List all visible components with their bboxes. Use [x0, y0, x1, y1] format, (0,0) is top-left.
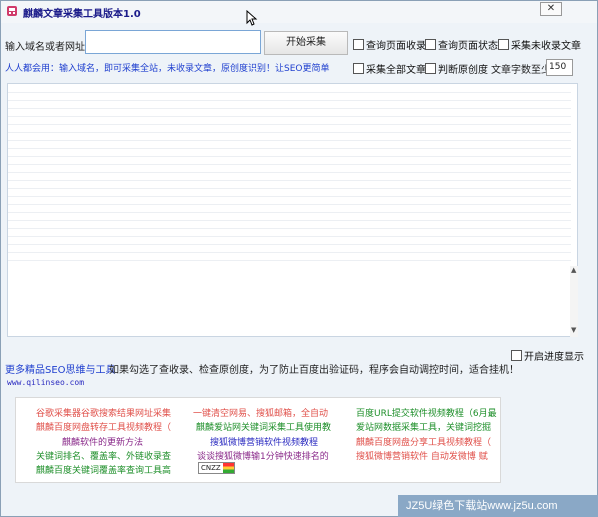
cnzz-badge[interactable]: CNZZ — [198, 462, 235, 474]
url-label: 输入域名或者网址 — [5, 42, 85, 53]
log-row-line — [8, 252, 571, 253]
min-words-input[interactable]: 150 — [546, 59, 573, 76]
checkbox-box — [353, 39, 364, 50]
ad-link[interactable]: 搜狐微博营销软件 自动发微博 赋 — [356, 449, 488, 462]
scroll-down-icon[interactable]: ▼ — [571, 326, 576, 334]
checkbox-box — [425, 63, 436, 74]
ad-link[interactable]: 麒麟百度网盘分享工具视频教程（ — [356, 435, 491, 448]
cnzz-bar-icon — [223, 463, 234, 473]
log-row-line — [8, 228, 571, 229]
query-index-label: 查询页面收录 — [366, 41, 426, 52]
ad-link[interactable]: 一键清空网易、搜狐邮箱，全自动 — [193, 406, 328, 419]
collect-unindexed-checkbox[interactable]: 采集未收录文章 — [498, 37, 581, 52]
log-row-line — [8, 188, 571, 189]
more-tools-link[interactable]: 更多精品SEO思维与工具 — [5, 361, 116, 376]
log-row-line — [8, 100, 571, 101]
log-row-line — [8, 212, 571, 213]
log-scrollbar[interactable]: ▲ ▼ — [570, 266, 578, 337]
ad-link[interactable]: 关键词排名、覆盖率、外链收录查 — [36, 449, 171, 462]
log-row-line — [8, 108, 571, 109]
app-window: 麒麟文章采集工具版本1.0 ✕ 输入域名或者网址 开始采集 查询页面收录 查询页… — [0, 0, 598, 517]
start-collect-button[interactable]: 开始采集 — [264, 31, 348, 55]
checkbox-box — [353, 63, 364, 74]
log-row-line — [8, 116, 571, 117]
log-row-line — [8, 172, 571, 173]
tagline: 人人都会用：输入域名，即可采集全站，未收录文章，原创度识别！让SEO更简单 — [5, 64, 330, 74]
log-row-line — [8, 260, 571, 261]
log-row-line — [8, 220, 571, 221]
notice-text: 如果勾选了查收录、检查原创度，为了防止百度出验证码，程序会自动调控时间，适合挂机… — [109, 365, 519, 376]
query-index-checkbox[interactable]: 查询页面收录 — [353, 37, 426, 52]
checkbox-box — [498, 39, 509, 50]
collect-all-checkbox[interactable]: 采集全部文章 — [353, 61, 426, 76]
log-row-line — [8, 124, 571, 125]
query-status-checkbox[interactable]: 查询页面状态 — [425, 37, 498, 52]
query-status-label: 查询页面状态 — [438, 41, 498, 52]
ad-link[interactable]: 麒麟百度网盘转存工具视频教程（ — [36, 420, 171, 433]
collect-unindexed-label: 采集未收录文章 — [511, 41, 581, 52]
ad-link[interactable]: 爱站网数据采集工具，关键词挖掘 — [356, 420, 491, 433]
collect-all-label: 采集全部文章 — [366, 65, 426, 76]
judge-original-label: 判断原创度 — [438, 65, 488, 76]
progress-display-label: 开启进度显示 — [524, 352, 584, 363]
checkbox-box — [425, 39, 436, 50]
ad-link[interactable]: 麒麟爱站网关键词采集工具使用教 — [196, 420, 331, 433]
cnzz-label: CNZZ — [201, 464, 221, 472]
log-row-line — [8, 140, 571, 141]
judge-original-checkbox[interactable]: 判断原创度 — [425, 61, 488, 76]
checkbox-box — [511, 350, 522, 361]
ad-link[interactable]: 麒麟百度关键词覆盖率查询工具高 — [36, 463, 171, 476]
scroll-up-icon[interactable]: ▲ — [571, 266, 576, 274]
ad-link[interactable]: 百度URL提交软件视频教程（6月最 — [356, 406, 497, 419]
close-button[interactable]: ✕ — [540, 2, 562, 16]
log-row-line — [8, 132, 571, 133]
log-row-line — [8, 204, 571, 205]
ad-panel: 谷歌采集器谷歌搜索结果网址采集 麒麟百度网盘转存工具视频教程（ 麒麟软件的更新方… — [15, 397, 501, 483]
mouse-cursor-icon — [246, 10, 258, 26]
log-row-line — [8, 92, 571, 93]
log-row-line — [8, 236, 571, 237]
site-url[interactable]: www.qilinseo.com — [7, 378, 84, 387]
log-row-line — [8, 196, 571, 197]
log-row-line — [8, 164, 571, 165]
result-log[interactable]: ▲ ▼ — [7, 83, 578, 337]
log-row-line — [8, 148, 571, 149]
log-row-line — [8, 180, 571, 181]
log-row-line — [8, 156, 571, 157]
window-title: 麒麟文章采集工具版本1.0 — [23, 9, 141, 20]
app-logo-icon — [7, 6, 17, 16]
url-input[interactable] — [85, 30, 261, 54]
min-words-label: 文章字数至少 — [491, 65, 551, 76]
ad-link[interactable]: 谷歌采集器谷歌搜索结果网址采集 — [36, 406, 171, 419]
ad-link[interactable]: 搜狐微博营销软件视频教程 — [210, 435, 318, 448]
ad-link[interactable]: 谈谈搜狐微博输1分钟快速排名的 — [197, 449, 329, 462]
log-row-line — [8, 244, 571, 245]
progress-display-checkbox[interactable]: 开启进度显示 — [511, 348, 584, 363]
watermark: JZ5U绿色下载站www.jz5u.com — [398, 495, 598, 517]
title-bar: 麒麟文章采集工具版本1.0 ✕ — [1, 1, 597, 23]
ad-link[interactable]: 麒麟软件的更新方法 — [62, 435, 143, 448]
